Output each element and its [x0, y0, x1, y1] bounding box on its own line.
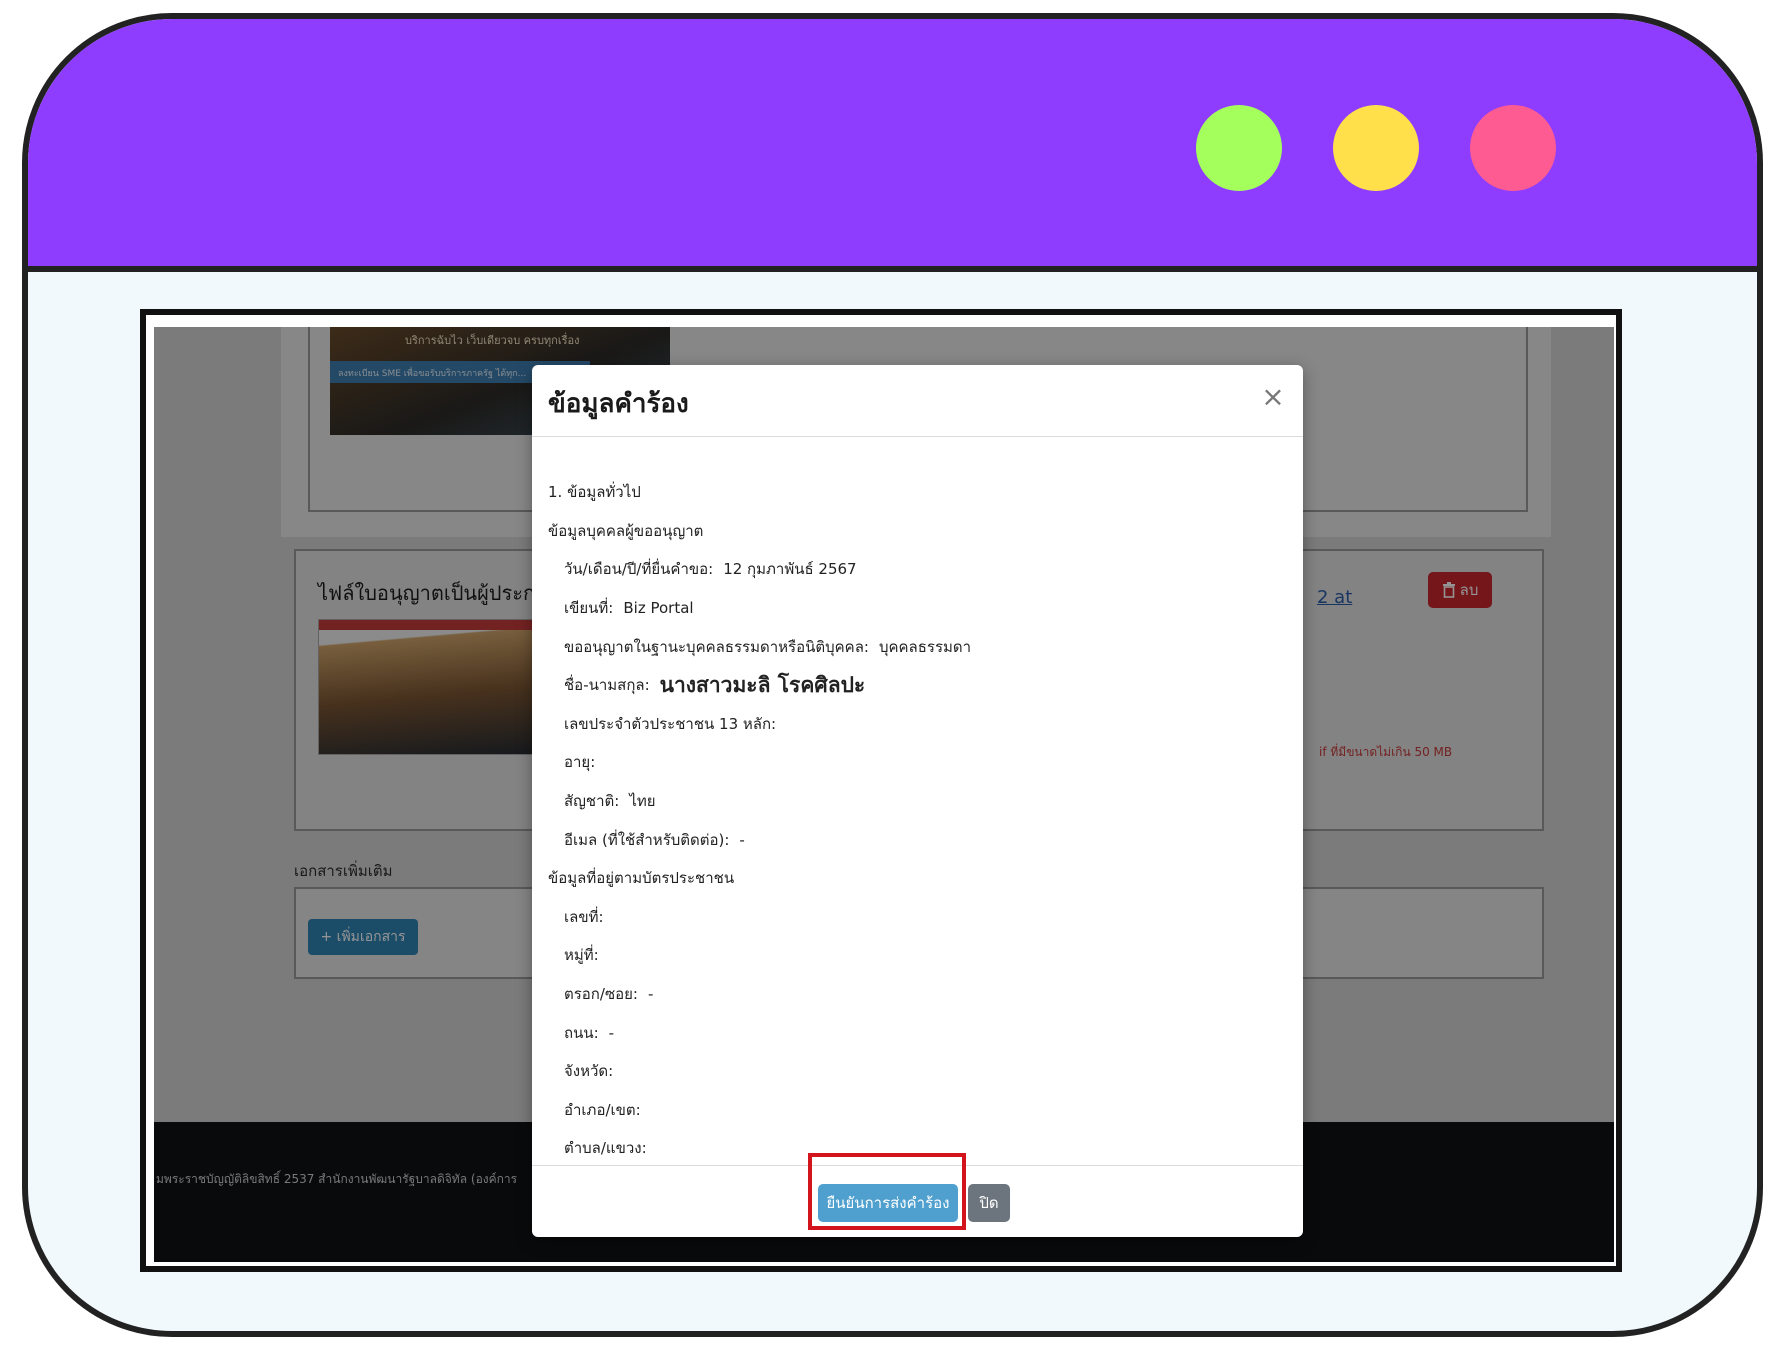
field-id-number: เลขประจำตัวประชาชน 13 หลัก:	[564, 714, 777, 733]
highlight-box	[808, 1153, 966, 1230]
field-written-at: เขียนที่: Biz Portal	[564, 599, 694, 618]
section-applicant: ข้อมูลบุคคลผู้ขออนุญาต	[548, 521, 704, 540]
field-submit-date: วัน/เดือน/ปี/ที่ยื่นคำขอ: 12 กุมภาพันธ์ 2…	[564, 560, 857, 579]
close-icon[interactable]: ×	[1259, 383, 1287, 411]
modal-header: ข้อมูลคำร้อง ×	[532, 365, 1303, 437]
modal-body[interactable]: 1. ข้อมูลทั่วไป ข้อมูลบุคคลผู้ขออนุญาต ว…	[548, 473, 1288, 1163]
field-house-no: เลขที่:	[564, 907, 604, 926]
screenshot-area: บริการฉับไว เว็บเดียวจบ ครบทุกเรื่อง ลงท…	[140, 309, 1622, 1272]
section-address: ข้อมูลที่อยู่ตามบัตรประชาชน	[548, 869, 735, 888]
minimize-dot-icon[interactable]	[1333, 105, 1419, 191]
page-background: บริการฉับไว เว็บเดียวจบ ครบทุกเรื่อง ลงท…	[154, 327, 1614, 1262]
field-road: ถนน: -	[564, 1023, 615, 1042]
field-name: ชื่อ-นามสกุล: นางสาวมะลิ โรคศิลปะ	[564, 672, 866, 697]
maximize-dot-icon[interactable]	[1196, 105, 1282, 191]
section-general: 1. ข้อมูลทั่วไป	[548, 483, 641, 502]
field-nationality: สัญชาติ: ไทย	[564, 792, 656, 811]
field-province: จังหวัด:	[564, 1062, 614, 1081]
modal-title: ข้อมูลคำร้อง	[548, 389, 689, 419]
field-person-type: ขออนุญาตในฐานะบุคคลธรรมดาหรือนิติบุคคล: บ…	[564, 637, 972, 656]
field-soi: ตรอก/ซอย: -	[564, 985, 654, 1004]
close-button[interactable]: ปิด	[968, 1184, 1010, 1222]
close-dot-icon[interactable]	[1470, 105, 1556, 191]
field-district: อำเภอ/เขต:	[564, 1100, 641, 1119]
field-age: อายุ:	[564, 753, 596, 772]
field-email: อีเมล (ที่ใช้สำหรับติดต่อ): -	[564, 830, 745, 849]
title-bar	[28, 19, 1757, 272]
request-info-modal: ข้อมูลคำร้อง × 1. ข้อมูลทั่วไป ข้อมูลบุค…	[532, 365, 1303, 1237]
field-moo: หมู่ที่:	[564, 946, 599, 965]
